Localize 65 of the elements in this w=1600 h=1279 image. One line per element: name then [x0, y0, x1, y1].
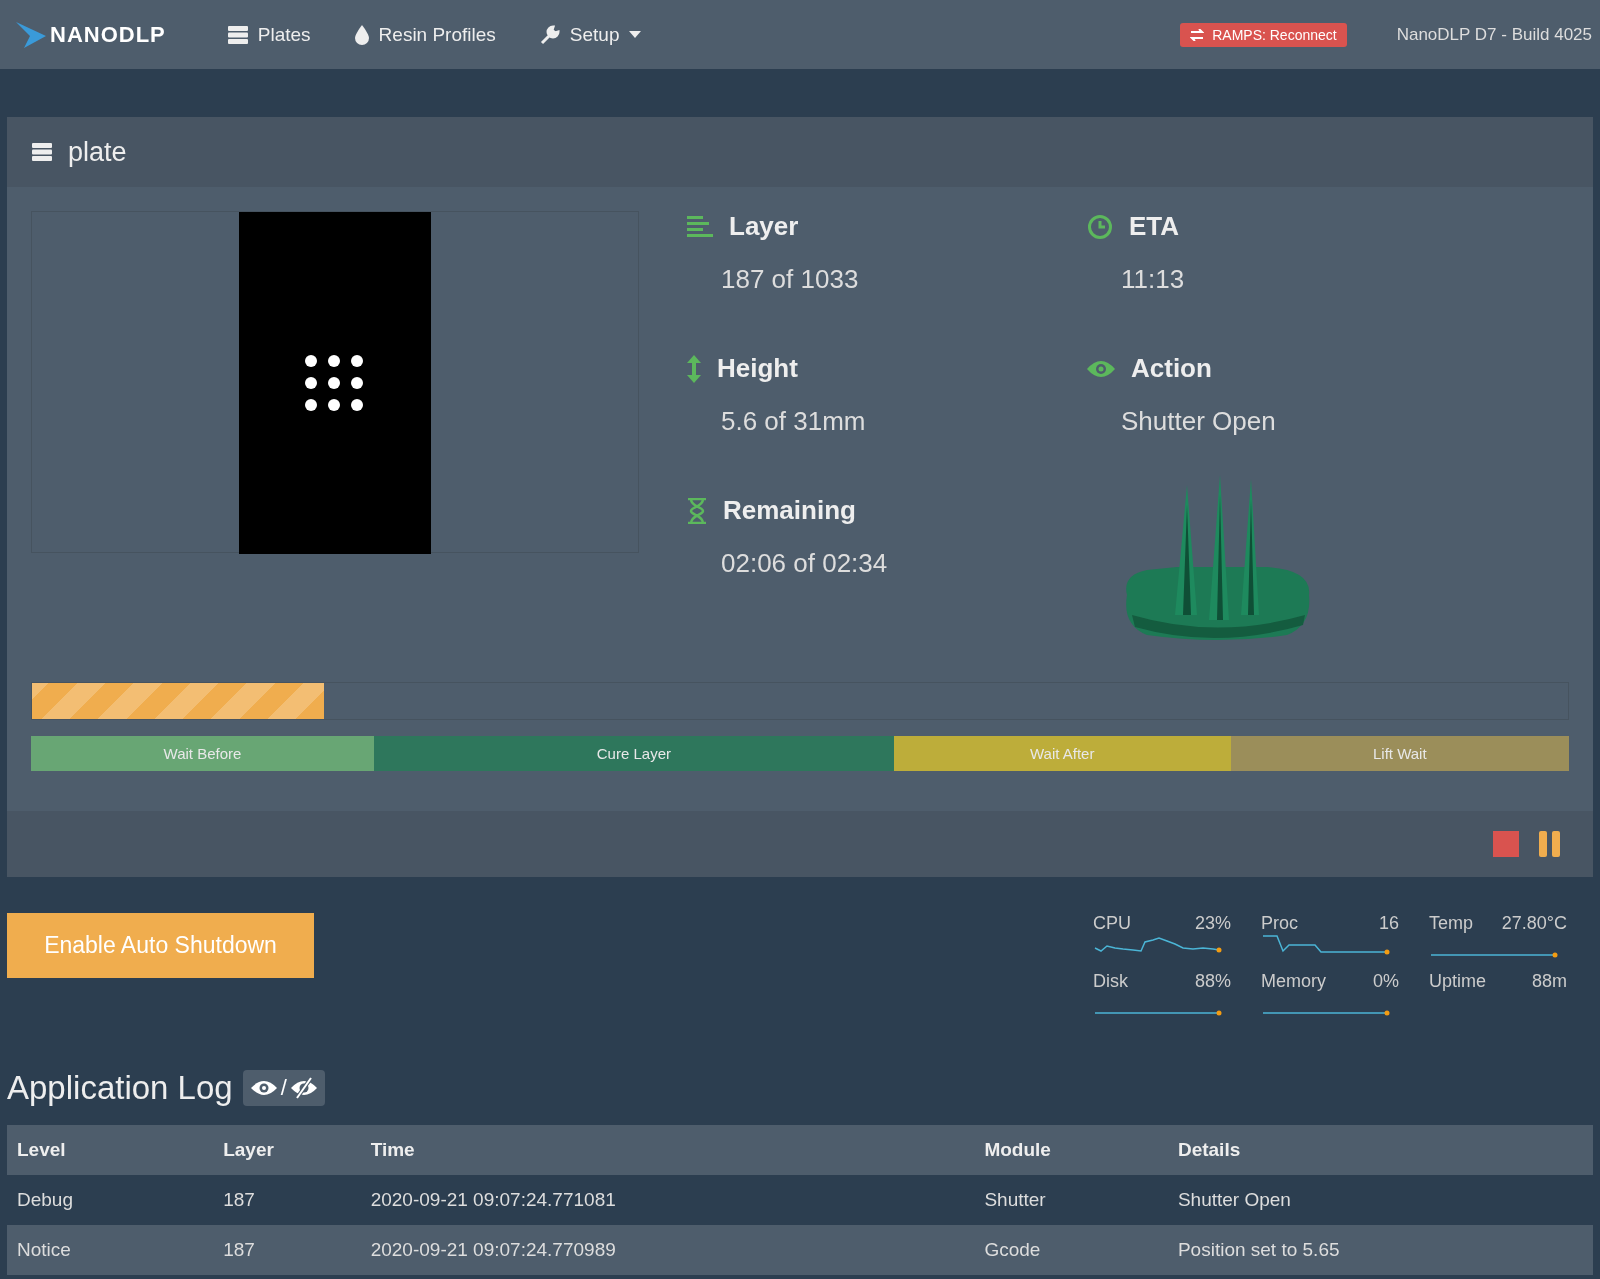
metric-value: 88%: [1194, 971, 1231, 992]
caret-icon: [629, 30, 642, 39]
hourglass-icon: [687, 497, 707, 524]
column-header: Details: [1167, 1125, 1593, 1175]
panel-title: plate: [68, 136, 127, 168]
eye-icon: [250, 1079, 277, 1097]
stat-value: Shutter Open: [1121, 406, 1277, 437]
clock-icon: [1087, 213, 1113, 240]
metric-value: 16: [1378, 913, 1399, 934]
pause-button[interactable]: [1539, 831, 1561, 857]
stat-label: Layer: [729, 211, 799, 242]
wrench-icon: [539, 24, 560, 45]
metric-value: 88m: [1532, 971, 1567, 992]
alert-badge[interactable]: RAMPS: Reconnect: [1180, 22, 1347, 47]
phase-segment: Cure Layer: [373, 736, 894, 771]
version-text: NanoDLP D7 - Build 4025: [1396, 24, 1592, 45]
metric-label: Temp: [1429, 913, 1473, 934]
server-icon: [227, 25, 248, 44]
align-left-icon: [687, 214, 713, 239]
phase-segment: Wait Before: [31, 736, 374, 771]
visibility-toggle[interactable]: /: [242, 1070, 325, 1106]
metric-value: 23%: [1194, 913, 1231, 934]
metric-label: Proc: [1261, 913, 1298, 934]
stat-value: 11:13: [1121, 264, 1186, 295]
eye-icon: [1087, 358, 1115, 379]
table-cell: Notice: [7, 1225, 214, 1275]
stat-label: Height: [717, 353, 798, 384]
log-title: Application Log: [7, 1069, 233, 1107]
table-cell: 187: [213, 1175, 361, 1225]
brand-logo[interactable]: NANODLP: [16, 21, 166, 48]
stat-value: 02:06 of 02:34: [721, 548, 889, 579]
metric-value: 0%: [1373, 971, 1399, 992]
stat-label: ETA: [1129, 211, 1180, 242]
stat-value: 187 of 1033: [721, 264, 860, 295]
metric-label: Uptime: [1429, 971, 1486, 992]
nav-link[interactable]: Setup: [539, 23, 642, 46]
stat-value: 5.6 of 31mm: [721, 406, 867, 437]
phase-segment: Lift Wait: [1230, 736, 1569, 771]
nav-link[interactable]: Plates: [227, 23, 311, 46]
stat-label: Action: [1131, 353, 1212, 384]
vertical-arrow-icon: [687, 354, 701, 383]
column-header: Level: [7, 1125, 214, 1175]
metric-label: Disk: [1093, 971, 1128, 992]
metric-value: 27.80°C: [1501, 913, 1567, 934]
metric-label: CPU: [1093, 913, 1131, 934]
table-cell: 187: [213, 1225, 361, 1275]
table-cell: Debug: [7, 1175, 214, 1225]
swap-icon: [1190, 28, 1205, 41]
table-cell: Gcode: [974, 1225, 1168, 1275]
column-header: Layer: [213, 1125, 361, 1175]
table-cell: 2020-09-21 09:07:24.771081: [360, 1175, 975, 1225]
table-cell: 2020-09-21 09:07:24.770989: [360, 1225, 975, 1275]
table-cell: Shutter Open: [1167, 1175, 1593, 1225]
server-icon: [32, 143, 52, 161]
column-header: Module: [974, 1125, 1168, 1175]
nav-link[interactable]: Resin Profiles: [354, 23, 496, 46]
eye-slash-icon: [290, 1077, 317, 1099]
dots-drawing: [305, 355, 365, 411]
stat-label: Remaining: [723, 495, 856, 526]
drop-icon: [354, 24, 369, 45]
phase-segment: Wait After: [893, 736, 1231, 771]
table-cell: Shutter: [974, 1175, 1168, 1225]
column-header: Time: [360, 1125, 975, 1175]
table-cell: Position set to 5.65: [1167, 1225, 1593, 1275]
metric-label: Memory: [1261, 971, 1326, 992]
